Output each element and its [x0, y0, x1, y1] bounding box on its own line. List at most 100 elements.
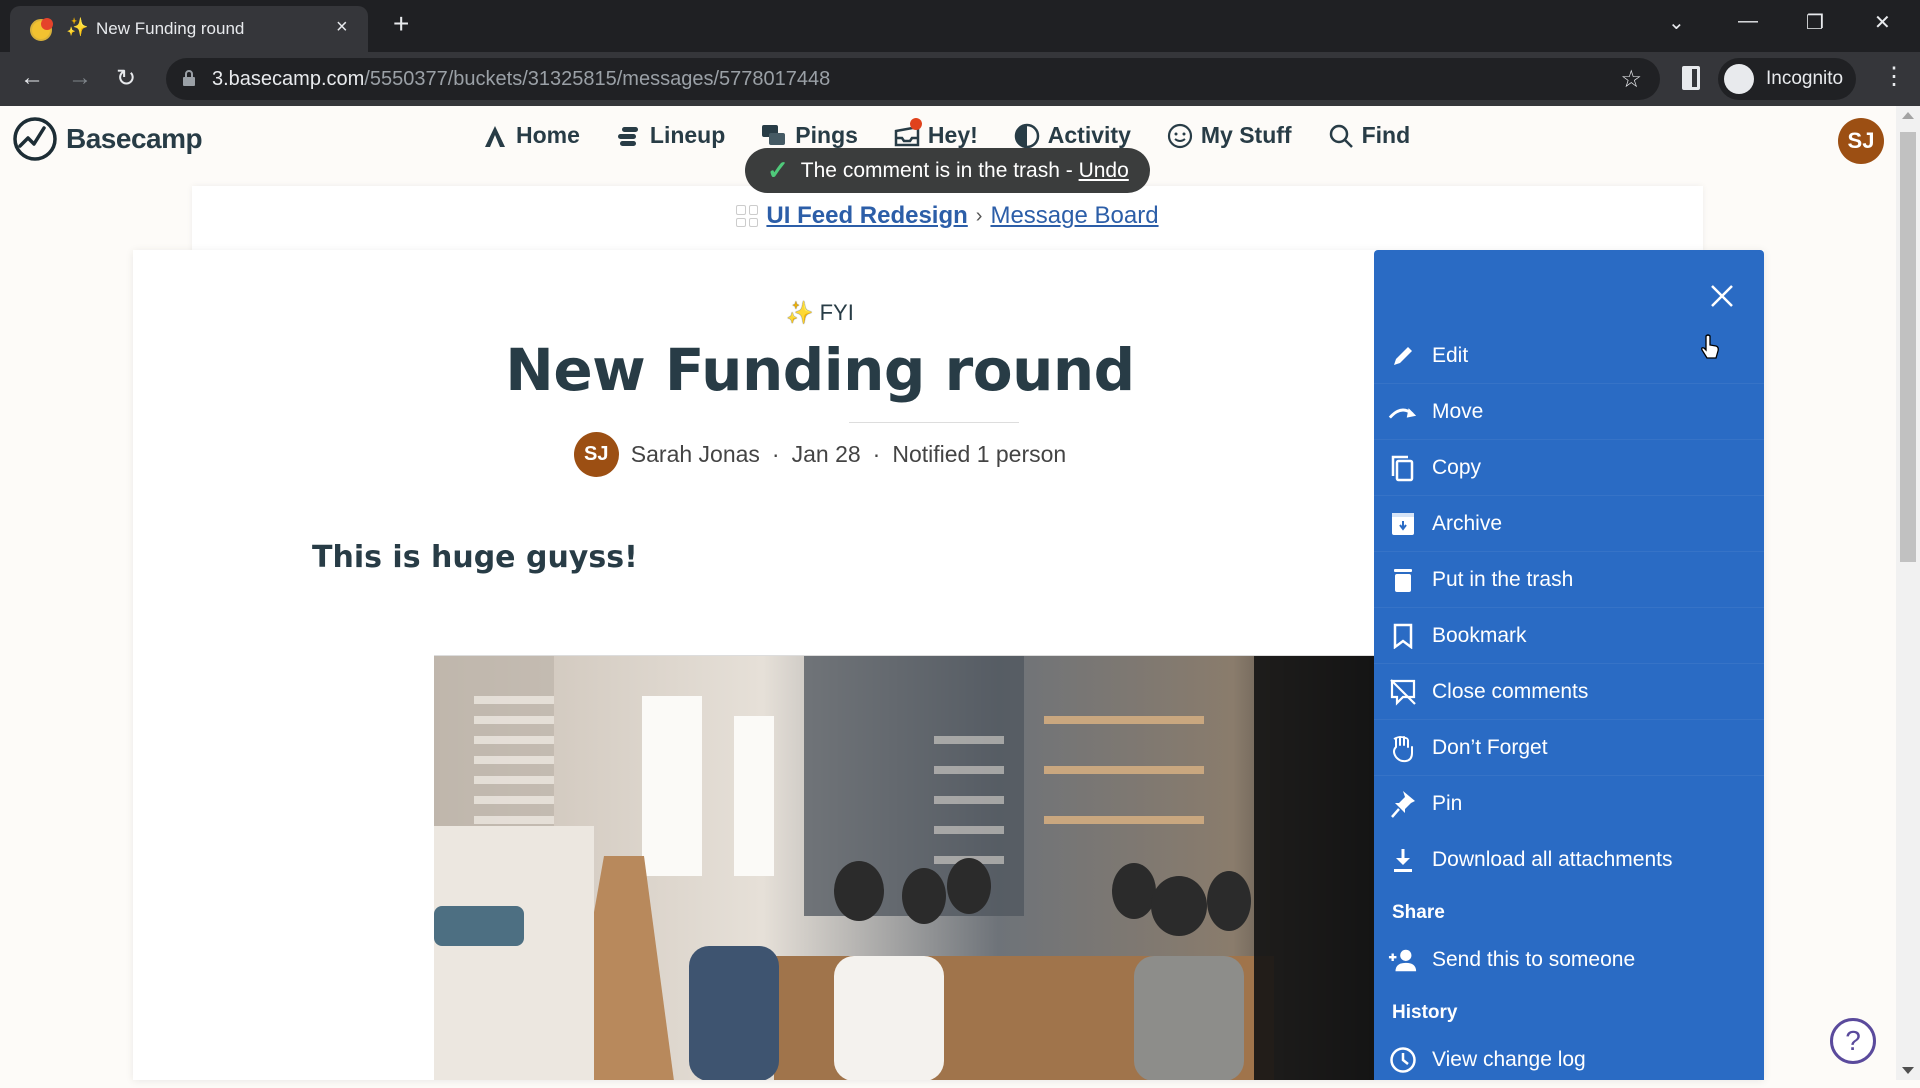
- message-date: Jan 28: [791, 441, 861, 467]
- close-icon: [1711, 285, 1733, 307]
- notification-dot: [909, 118, 922, 130]
- panel-item-copy[interactable]: Copy: [1374, 440, 1764, 496]
- meta-separator: ·: [771, 441, 780, 467]
- archive-icon: [1388, 509, 1418, 539]
- meta-separator: ·: [872, 441, 881, 467]
- tab-search-icon[interactable]: ⌄: [1668, 10, 1685, 35]
- breadcrumb: UI Feed Redesign › Message Board: [192, 202, 1703, 230]
- nav-hey[interactable]: Hey!: [894, 118, 978, 149]
- checkmark-icon: ✓: [767, 155, 789, 185]
- trash-icon: [1388, 565, 1418, 595]
- incognito-profile-button[interactable]: Incognito: [1718, 58, 1856, 100]
- sparkle-icon: ✨: [786, 300, 814, 325]
- attached-photo[interactable]: [434, 655, 1374, 1080]
- panel-item-close-comments[interactable]: Close comments: [1374, 664, 1764, 720]
- panel-item-label: Bookmark: [1432, 623, 1527, 647]
- panel-item-download-attachments[interactable]: Download all attachments: [1374, 832, 1764, 888]
- basecamp-favicon-icon: [30, 18, 53, 41]
- message-meta: SJ Sarah Jonas · Jan 28 · Notified 1 per…: [133, 432, 1507, 477]
- panel-item-bookmark[interactable]: Bookmark: [1374, 608, 1764, 664]
- scroll-down-arrow-icon[interactable]: [1902, 1067, 1914, 1074]
- new-tab-button[interactable]: +: [393, 8, 409, 40]
- nav-pings[interactable]: Pings: [761, 122, 858, 149]
- panel-item-label: Put in the trash: [1432, 567, 1574, 591]
- browser-menu-icon[interactable]: ⋮: [1882, 62, 1906, 91]
- my-stuff-icon: [1167, 123, 1192, 148]
- forward-icon[interactable]: →: [68, 64, 92, 92]
- message-options-panel: Edit Move Copy Archive Put in the trash …: [1374, 250, 1764, 1080]
- panel-item-archive[interactable]: Archive: [1374, 496, 1764, 552]
- panel-item-dont-forget[interactable]: Don’t Forget: [1374, 720, 1764, 776]
- basecamp-logo[interactable]: Basecamp: [12, 116, 203, 162]
- reload-icon[interactable]: ↻: [116, 64, 136, 93]
- panel-item-label: Send this to someone: [1432, 948, 1636, 971]
- panel-item-label: View change log: [1432, 1048, 1586, 1071]
- nav-lineup[interactable]: Lineup: [616, 122, 725, 149]
- panel-item-label: Archive: [1432, 511, 1503, 535]
- scrollbar-thumb[interactable]: [1900, 132, 1916, 562]
- help-button[interactable]: ?: [1830, 1018, 1876, 1064]
- panel-item-pin[interactable]: Pin: [1374, 776, 1764, 832]
- panel-item-label: Close comments: [1432, 679, 1589, 703]
- incognito-icon: [1724, 64, 1754, 94]
- tab-title: New Funding round: [96, 19, 245, 38]
- back-icon[interactable]: ←: [20, 64, 44, 92]
- panel-item-send-to-someone[interactable]: Send this to someone: [1374, 932, 1764, 988]
- nav-label: Activity: [1047, 122, 1131, 148]
- pings-icon: [762, 124, 786, 145]
- author-avatar[interactable]: SJ: [573, 432, 619, 477]
- breadcrumb-message-board-link[interactable]: Message Board: [990, 202, 1158, 230]
- nav-find[interactable]: Find: [1328, 122, 1411, 149]
- page-scrollbar[interactable]: [1896, 106, 1920, 1080]
- office-meeting-photo: [434, 656, 1374, 1080]
- panel-item-label: Don’t Forget: [1432, 735, 1548, 759]
- nav-home[interactable]: Home: [482, 122, 580, 149]
- dont-forget-icon: [1388, 733, 1418, 763]
- address-bar[interactable]: 3.basecamp.com/5550377/buckets/31325815/…: [166, 58, 1660, 100]
- category-label: FYI: [819, 300, 854, 325]
- nav-label: Find: [1361, 122, 1411, 148]
- message-title: New Funding round: [505, 336, 1135, 404]
- message-category: ✨ FYI: [133, 300, 1507, 326]
- panel-item-move[interactable]: Move: [1374, 384, 1764, 440]
- close-window-icon[interactable]: ✕: [1874, 10, 1891, 35]
- nav-activity[interactable]: Activity: [1014, 122, 1131, 149]
- pencil-icon: [1388, 341, 1418, 371]
- nav-label: Home: [516, 122, 580, 148]
- breadcrumb-project-link[interactable]: UI Feed Redesign: [766, 202, 967, 230]
- minimize-icon[interactable]: —: [1738, 10, 1758, 33]
- author-name: Sarah Jonas: [630, 441, 760, 467]
- side-panel-icon[interactable]: [1682, 66, 1700, 90]
- search-icon: [1329, 124, 1353, 148]
- browser-toolbar: ← → ↻ 3.basecamp.com/5550377/buckets/313…: [0, 52, 1920, 106]
- nav-label: Hey!: [927, 122, 978, 148]
- nav-label: My Stuff: [1200, 122, 1292, 148]
- copy-icon: [1388, 453, 1418, 483]
- nav-my-stuff[interactable]: My Stuff: [1167, 122, 1292, 149]
- home-icon: [485, 125, 505, 147]
- browser-tab-strip: ✨ New Funding round × + ⌄ — ❐ ✕: [0, 0, 1920, 52]
- browser-tab[interactable]: ✨ New Funding round ×: [10, 6, 368, 52]
- panel-item-label: Copy: [1432, 455, 1482, 479]
- logo-text: Basecamp: [66, 123, 203, 154]
- toast-text: The comment is in the trash - Undo: [800, 158, 1129, 182]
- panel-item-label: Edit: [1432, 343, 1469, 367]
- notified-count[interactable]: Notified 1 person: [892, 441, 1066, 468]
- scroll-up-arrow-icon[interactable]: [1902, 112, 1914, 119]
- message-body: This is huge guyss!: [312, 540, 638, 575]
- undo-link[interactable]: Undo: [1079, 159, 1129, 182]
- bookmark-star-icon[interactable]: ☆: [1620, 65, 1642, 94]
- restore-icon[interactable]: ❐: [1806, 10, 1824, 35]
- project-grid-icon: [736, 205, 759, 227]
- add-person-icon: [1388, 945, 1418, 975]
- panel-item-trash[interactable]: Put in the trash: [1374, 552, 1764, 608]
- panel-item-label: Download all attachments: [1432, 848, 1673, 871]
- user-avatar[interactable]: SJ: [1838, 118, 1884, 164]
- nav-label: Lineup: [649, 122, 726, 148]
- share-heading: Share: [1392, 902, 1445, 923]
- close-tab-button[interactable]: ×: [336, 16, 348, 39]
- nav-label: Pings: [795, 122, 858, 148]
- move-arrow-icon: [1388, 397, 1418, 427]
- lineup-icon: [617, 126, 638, 146]
- close-panel-button[interactable]: [1702, 276, 1742, 316]
